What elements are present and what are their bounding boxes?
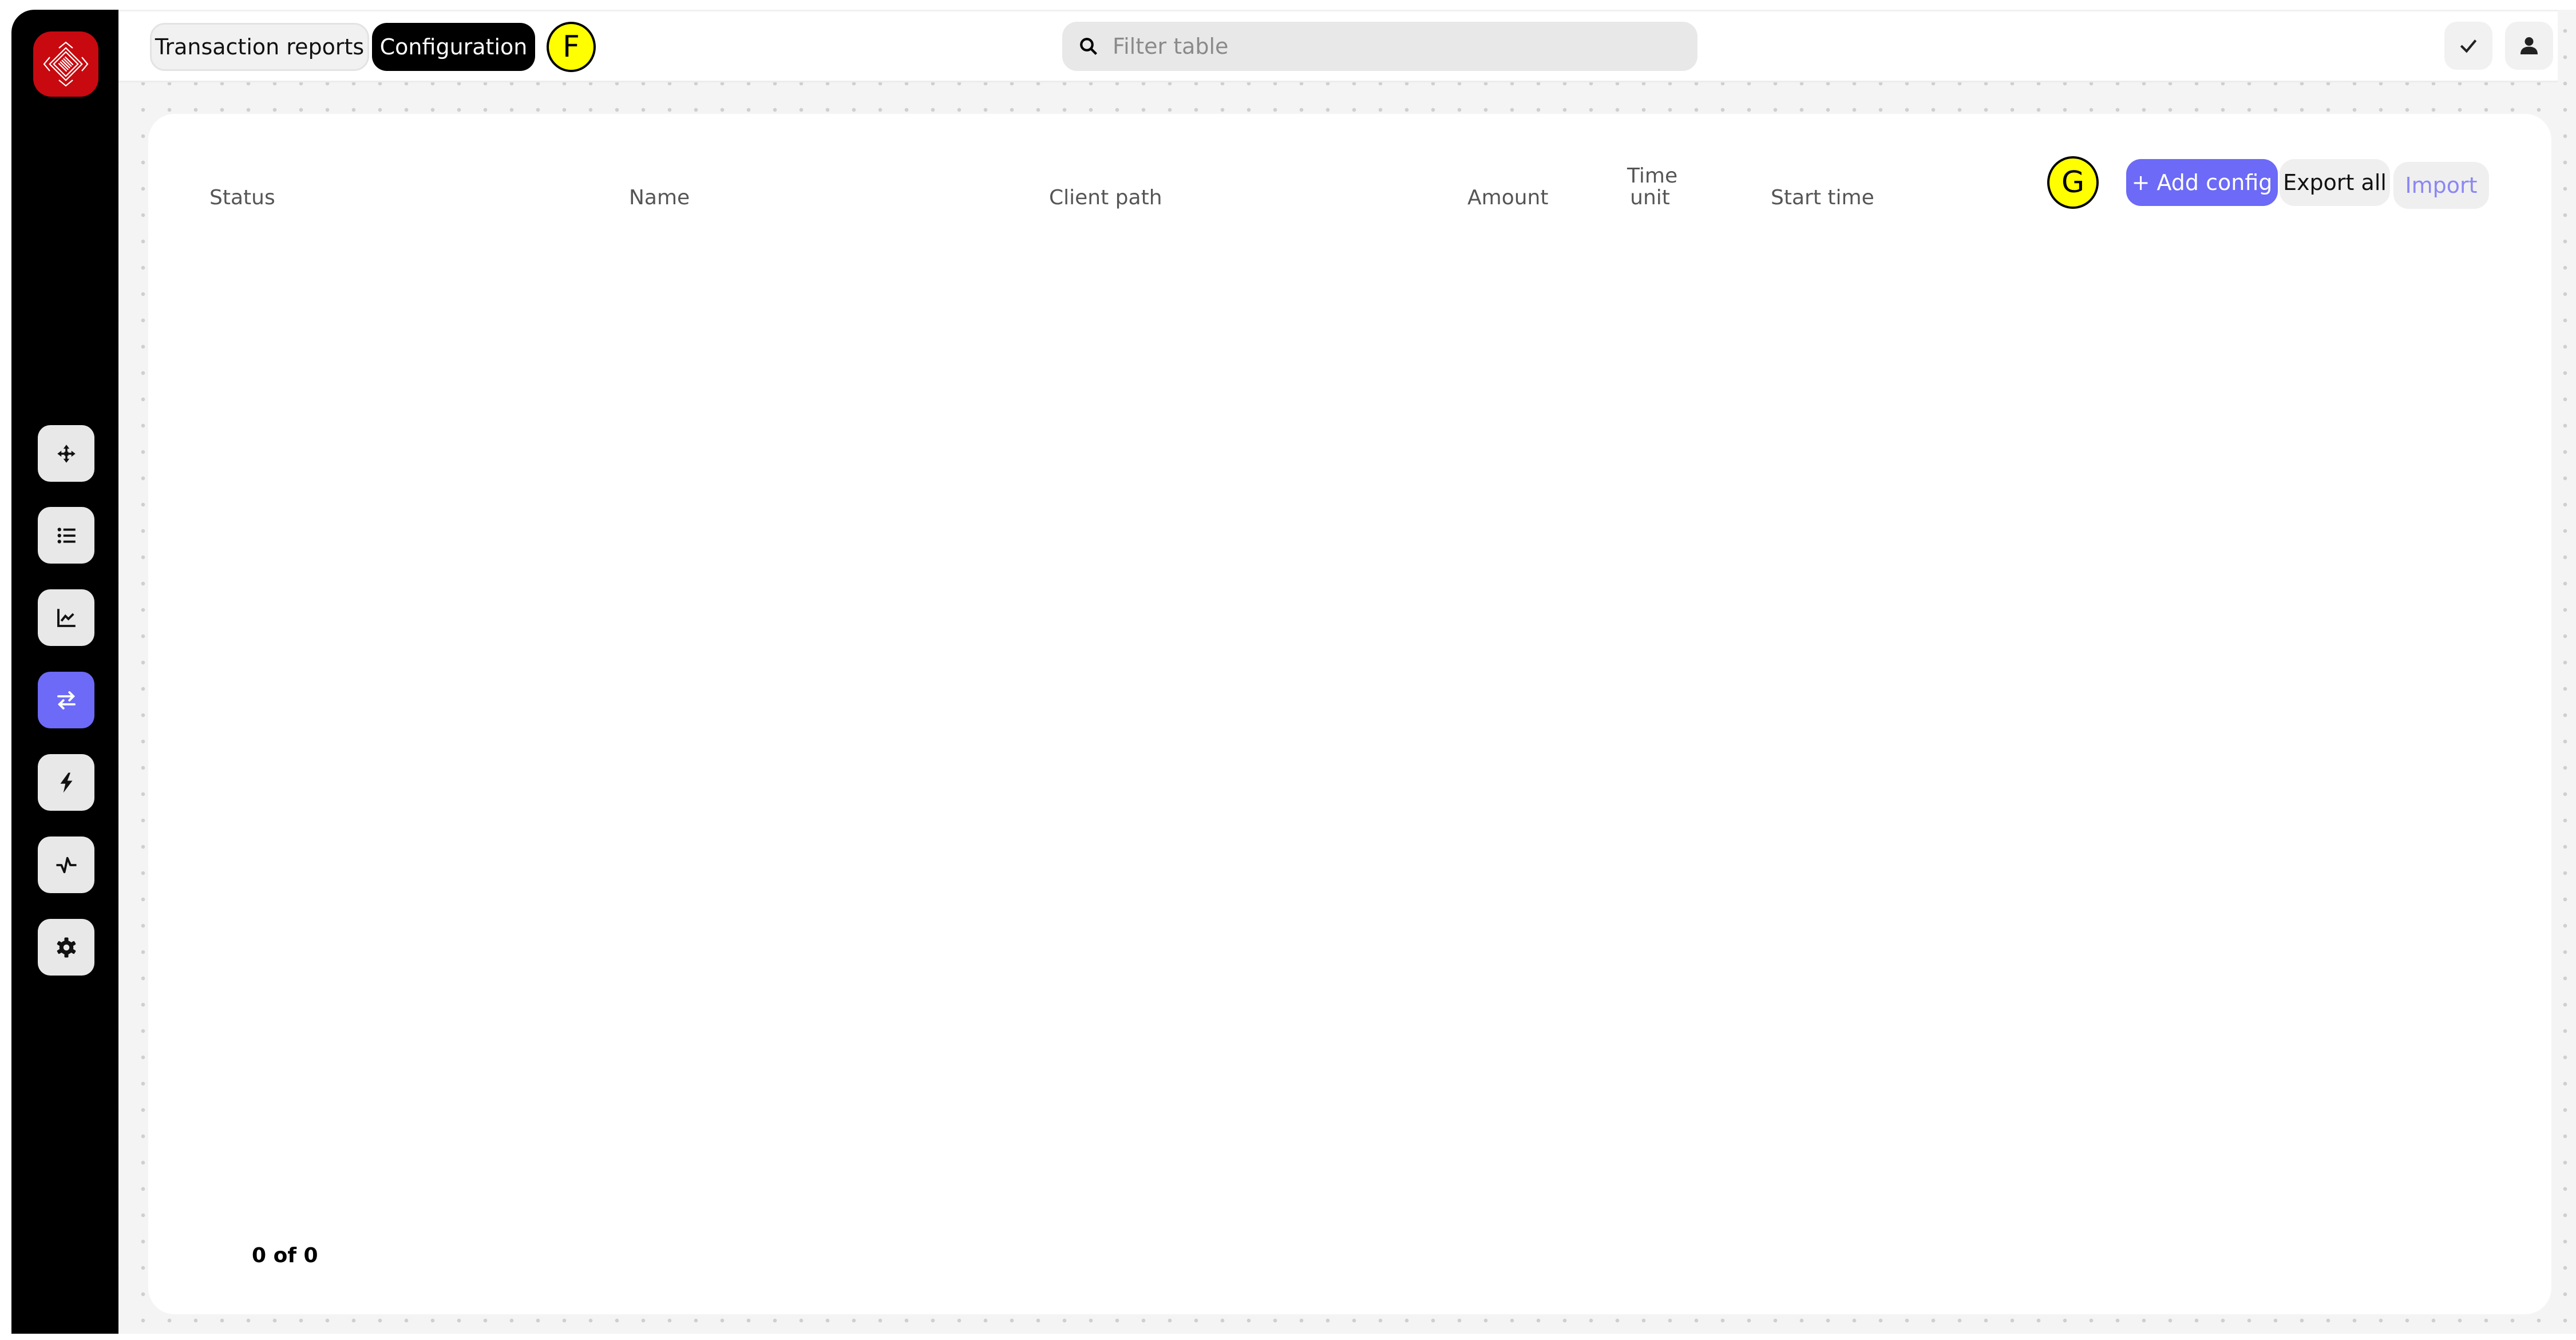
list-icon: [57, 527, 76, 544]
top-bar: Transaction reports Configuration F: [118, 10, 2558, 82]
tab-configuration[interactable]: Configuration: [372, 23, 535, 71]
pagination-count: 0 of 0: [252, 1244, 318, 1267]
column-header-client-path[interactable]: Client path: [1049, 187, 1162, 209]
check-icon: [2460, 39, 2477, 53]
user-profile-button[interactable]: [2505, 22, 2553, 70]
export-all-button[interactable]: Export all: [2280, 159, 2390, 206]
sidebar-item-settings[interactable]: [38, 919, 94, 976]
filter-search-box[interactable]: [1062, 22, 1697, 71]
sidebar-item-transactions[interactable]: [38, 672, 94, 728]
lightning-icon: [60, 772, 72, 792]
column-header-start-time[interactable]: Start time: [1771, 187, 1874, 209]
sidebar-item-chart[interactable]: [38, 589, 94, 646]
sidebar-item-activity[interactable]: [38, 836, 94, 893]
app-logo[interactable]: [33, 31, 98, 97]
sidebar-item-move[interactable]: [38, 425, 94, 482]
move-arrows-icon: [57, 444, 76, 463]
column-header-amount[interactable]: Amount: [1467, 187, 1548, 209]
add-config-button[interactable]: + Add config: [2126, 159, 2278, 206]
check-button[interactable]: [2444, 22, 2492, 70]
annotation-badge-g: G: [2047, 156, 2099, 209]
column-header-time-unit[interactable]: Time unit: [1627, 165, 1677, 209]
search-icon: [1080, 38, 1097, 55]
logo-icon: [43, 41, 89, 87]
column-header-status[interactable]: Status: [209, 187, 275, 209]
configuration-table-card: Status Name Client path Amount Time unit…: [148, 114, 2551, 1314]
filter-table-input[interactable]: [1111, 33, 1657, 60]
sidebar-item-bolt[interactable]: [38, 754, 94, 811]
pulse-icon: [56, 857, 76, 873]
tab-transaction-reports[interactable]: Transaction reports: [150, 23, 369, 71]
transfer-arrows-icon: [57, 691, 76, 709]
import-button[interactable]: Import: [2393, 162, 2489, 209]
annotation-badge-f: F: [547, 22, 596, 72]
gear-icon: [57, 937, 76, 957]
user-icon: [2520, 37, 2538, 54]
sidebar: [11, 10, 118, 1334]
line-chart-icon: [57, 608, 76, 627]
sidebar-item-list[interactable]: [38, 507, 94, 564]
column-header-name[interactable]: Name: [629, 187, 690, 209]
